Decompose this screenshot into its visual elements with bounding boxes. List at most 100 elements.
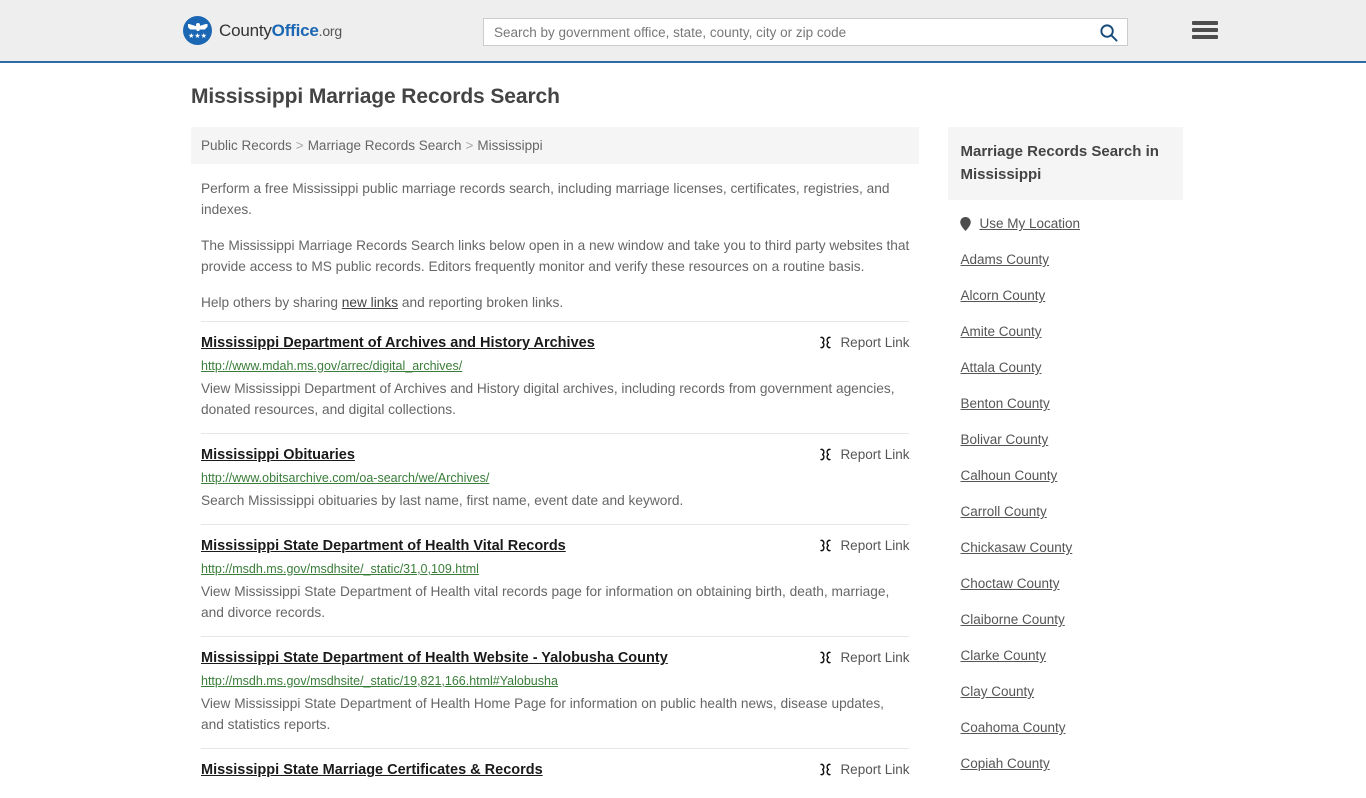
result-header: Mississippi Obituaries Report Link <box>201 446 909 465</box>
sidebar-item-county[interactable]: Coahoma County <box>960 720 1183 735</box>
search-bar <box>483 18 1128 46</box>
report-link-button[interactable]: Report Link <box>818 538 909 553</box>
county-link[interactable]: Benton County <box>960 396 1049 411</box>
intro-paragraph-1: Perform a free Mississippi public marria… <box>201 181 890 217</box>
result-url[interactable]: http://msdh.ms.gov/msdhsite/_static/31,0… <box>201 561 909 578</box>
county-link[interactable]: Attala County <box>960 360 1041 375</box>
report-link-button[interactable]: Report Link <box>818 650 909 665</box>
result-description: Search Mississippi obituaries by last na… <box>201 493 684 508</box>
sidebar-item-county[interactable]: Calhoun County <box>960 468 1183 483</box>
intro-p3-before: Help others by sharing <box>201 295 342 310</box>
result-header: Mississippi State Marriage Certificates … <box>201 761 909 780</box>
brand-office-text: Office <box>271 20 319 40</box>
county-link[interactable]: Chickasaw County <box>960 540 1072 555</box>
new-links-link[interactable]: new links <box>342 295 398 310</box>
result-title-link[interactable]: Mississippi State Department of Health V… <box>201 537 566 556</box>
page-container: Mississippi Marriage Records Search Publ… <box>183 63 1183 798</box>
results-list: Mississippi Department of Archives and H… <box>191 321 919 798</box>
header-inner: ★★★ CountyOffice.org <box>183 0 1218 61</box>
sidebar-item-county[interactable]: Clay County <box>960 684 1183 699</box>
result-item: Mississippi State Marriage Certificates … <box>201 748 910 798</box>
logo-stars: ★★★ <box>188 32 207 40</box>
report-link-button[interactable]: Report Link <box>818 335 909 350</box>
breadcrumb: Public Records > Marriage Records Search > M… <box>191 127 920 164</box>
search-button[interactable] <box>1089 19 1127 45</box>
broken-link-icon <box>820 448 832 461</box>
county-link[interactable]: Bolivar County <box>960 432 1048 447</box>
sidebar-item-county[interactable]: Attala County <box>960 360 1183 375</box>
result-item: Mississippi State Department of Health V… <box>201 524 910 636</box>
county-link[interactable]: Clarke County <box>960 648 1046 663</box>
sidebar-heading: Marriage Records Search in Mississippi <box>948 127 1183 200</box>
county-link[interactable]: Carroll County <box>960 504 1046 519</box>
eagle-wings-shape <box>188 22 208 32</box>
sidebar-item-county[interactable]: Benton County <box>960 396 1183 411</box>
main-column: Public Records > Marriage Records Search > M… <box>191 127 920 798</box>
intro-p3-after: and reporting broken links. <box>398 295 564 310</box>
site-logo-link[interactable]: ★★★ CountyOffice.org <box>183 16 342 45</box>
county-link[interactable]: Alcorn County <box>960 288 1045 303</box>
breadcrumb-item-marriage-records-search[interactable]: Marriage Records Search <box>308 138 462 153</box>
result-url[interactable]: http://www.obitsarchive.com/oa-search/we… <box>201 470 909 487</box>
result-description: View Mississippi Department of Archives … <box>201 381 895 417</box>
intro-paragraph-2: The Mississippi Marriage Records Search … <box>201 238 910 274</box>
site-header: ★★★ CountyOffice.org <box>0 0 1366 63</box>
result-url[interactable]: http://msdh.ms.gov/msdhsite/_static/19,8… <box>201 673 909 690</box>
report-link-button[interactable]: Report Link <box>818 447 909 462</box>
report-link-label: Report Link <box>840 335 910 350</box>
result-title-link[interactable]: Mississippi Obituaries <box>201 446 355 465</box>
sidebar-item-county[interactable]: Adams County <box>960 252 1183 267</box>
hamburger-bar-3 <box>1192 35 1218 39</box>
county-link[interactable]: Coahoma County <box>960 720 1065 735</box>
county-link[interactable]: Calhoun County <box>960 468 1057 483</box>
result-description: View Mississippi State Department of Hea… <box>201 696 884 732</box>
sidebar-item-county[interactable]: Clarke County <box>960 648 1183 663</box>
county-link[interactable]: Amite County <box>960 324 1041 339</box>
sidebar-item-county[interactable]: Copiah County <box>960 756 1183 771</box>
result-title-link[interactable]: Mississippi Department of Archives and H… <box>201 334 595 353</box>
hamburger-bar-1 <box>1192 21 1218 25</box>
result-title-link[interactable]: Mississippi State Department of Health W… <box>201 649 668 668</box>
report-link-button[interactable]: Report Link <box>818 762 909 777</box>
sidebar-item-county[interactable]: Claiborne County <box>960 612 1183 627</box>
result-title-link[interactable]: Mississippi State Marriage Certificates … <box>201 761 543 780</box>
broken-link-icon <box>820 651 832 664</box>
sidebar-item-use-my-location[interactable]: Use My Location <box>960 216 1183 231</box>
result-description: View Mississippi State Department of Hea… <box>201 584 890 620</box>
report-link-label: Report Link <box>840 762 910 777</box>
content-columns: Public Records > Marriage Records Search > M… <box>183 127 1183 798</box>
report-link-label: Report Link <box>840 538 910 553</box>
county-link[interactable]: Adams County <box>960 252 1049 267</box>
county-link[interactable]: Copiah County <box>960 756 1049 771</box>
search-input[interactable] <box>484 19 1089 45</box>
intro-section: Perform a free Mississippi public marria… <box>191 164 919 313</box>
sidebar-item-county[interactable]: Bolivar County <box>960 432 1183 447</box>
use-my-location-link[interactable]: Use My Location <box>979 216 1080 231</box>
result-header: Mississippi State Department of Health V… <box>201 537 909 556</box>
result-url[interactable]: http://www.mdah.ms.gov/arrec/digital_arc… <box>201 358 909 375</box>
breadcrumb-item-mississippi[interactable]: Mississippi <box>477 138 542 153</box>
report-link-label: Report Link <box>840 447 910 462</box>
county-link[interactable]: Clay County <box>960 684 1034 699</box>
sidebar-item-county[interactable]: Chickasaw County <box>960 540 1183 555</box>
result-header: Mississippi Department of Archives and H… <box>201 334 909 353</box>
report-link-label: Report Link <box>840 650 910 665</box>
brand-county-text: County <box>219 20 272 40</box>
broken-link-icon <box>820 336 832 349</box>
sidebar-item-county[interactable]: Choctaw County <box>960 576 1183 591</box>
sidebar-item-county[interactable]: Amite County <box>960 324 1183 339</box>
result-item: Mississippi Department of Archives and H… <box>201 321 910 433</box>
county-link[interactable]: Choctaw County <box>960 576 1059 591</box>
county-link[interactable]: Claiborne County <box>960 612 1064 627</box>
map-pin-icon <box>960 216 972 231</box>
sidebar-item-county[interactable]: Carroll County <box>960 504 1183 519</box>
hamburger-menu-button[interactable] <box>1192 19 1218 41</box>
sidebar: Marriage Records Search in Mississippi U… <box>948 127 1183 792</box>
brand-wordmark: CountyOffice.org <box>219 21 342 41</box>
breadcrumb-item-public-records[interactable]: Public Records <box>201 138 292 153</box>
broken-link-icon <box>820 763 832 776</box>
page-title: Mississippi Marriage Records Search <box>191 85 560 108</box>
eagle-head-shape <box>195 22 200 31</box>
broken-link-icon <box>820 539 832 552</box>
sidebar-item-county[interactable]: Alcorn County <box>960 288 1183 303</box>
